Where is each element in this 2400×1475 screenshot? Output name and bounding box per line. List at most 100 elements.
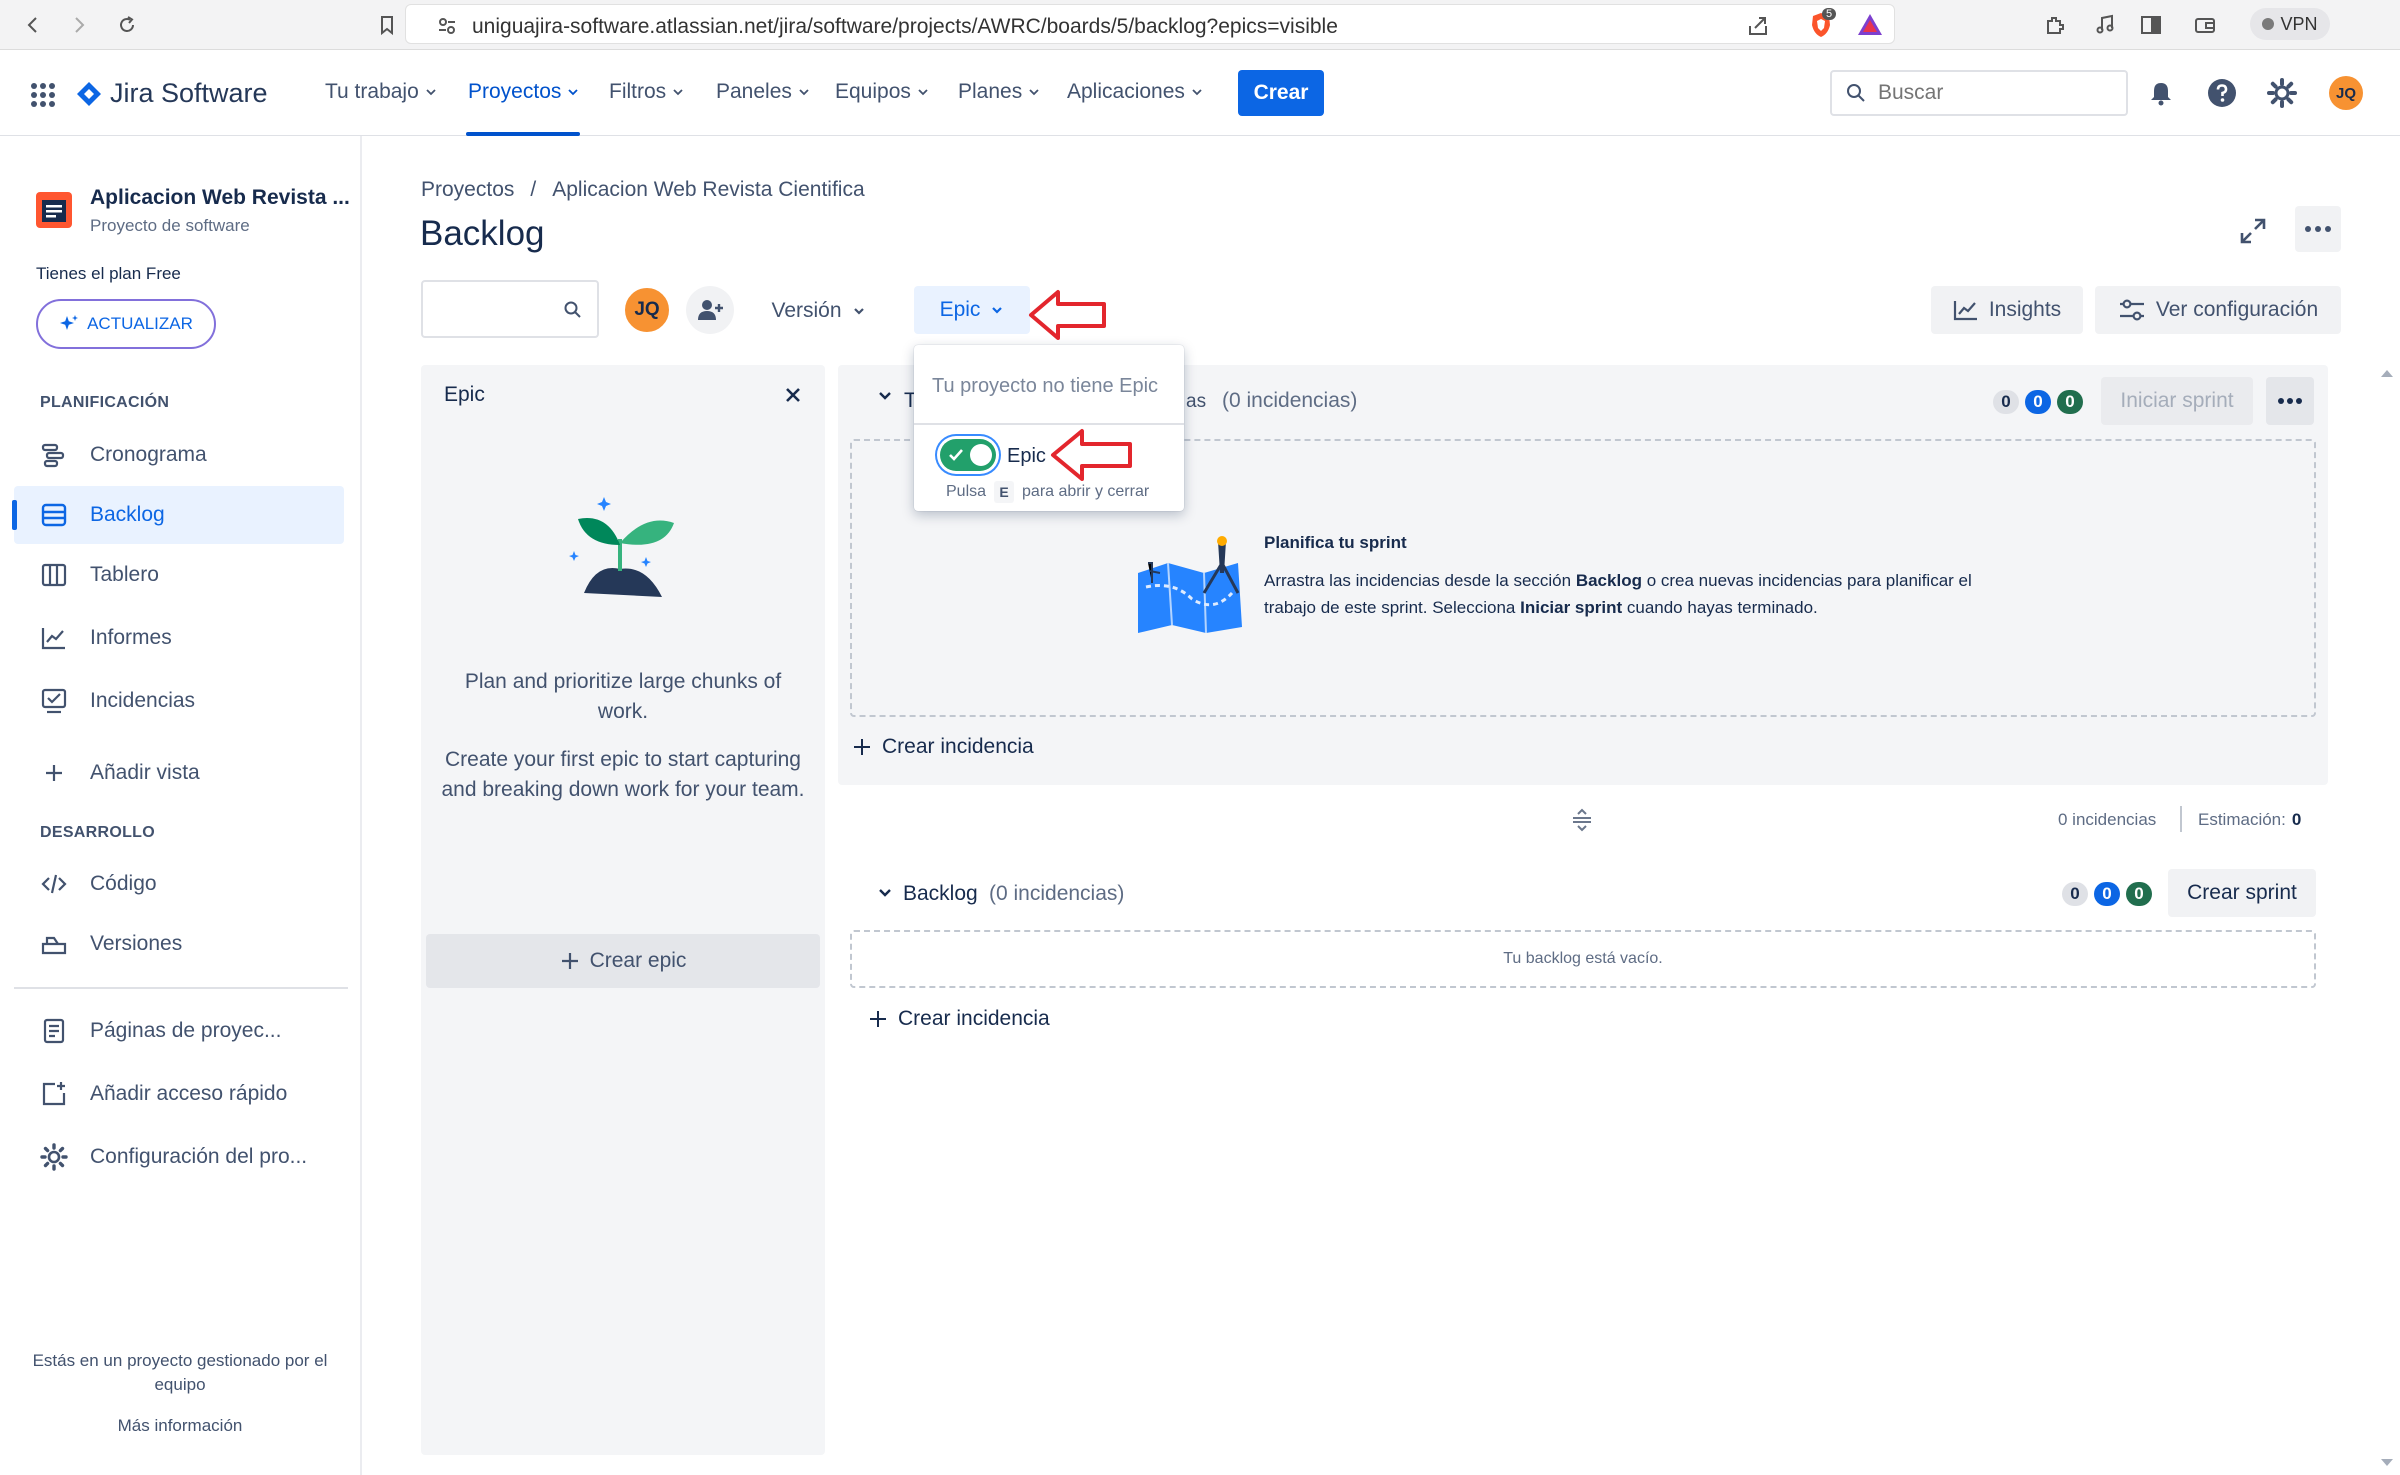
plus-icon bbox=[870, 1011, 886, 1027]
breadcrumb-project[interactable]: Aplicacion Web Revista Cientifica bbox=[552, 178, 864, 202]
scroll-down-icon[interactable] bbox=[2380, 1458, 2394, 1468]
chevron-down-icon bbox=[918, 89, 928, 96]
add-people-button[interactable] bbox=[686, 286, 734, 334]
nav-proyectos[interactable]: Proyectos bbox=[468, 80, 579, 104]
add-shortcut-icon bbox=[42, 1082, 66, 1106]
sidebar-item-backlog[interactable]: Backlog bbox=[12, 486, 344, 544]
version-filter-button[interactable]: Versión bbox=[756, 288, 881, 334]
badge-done: 0 bbox=[2057, 390, 2083, 414]
sidebar-item-configuracion[interactable]: Configuración del pro... bbox=[14, 1128, 344, 1186]
search-icon bbox=[1847, 84, 1865, 102]
sidebar-item-codigo[interactable]: Código bbox=[14, 855, 344, 913]
badge-todo: 0 bbox=[2062, 882, 2088, 906]
chevron-down-icon[interactable] bbox=[878, 886, 892, 900]
brave-rewards-icon[interactable] bbox=[1856, 11, 1884, 39]
epic-filter-button[interactable]: Epic bbox=[914, 286, 1030, 334]
view-settings-button[interactable]: Ver configuración bbox=[2095, 286, 2341, 334]
upgrade-button[interactable]: ACTUALIZAR bbox=[36, 299, 216, 349]
epic-filter-dropdown: Tu proyecto no tiene Epic Epic Pulsa E p… bbox=[914, 345, 1184, 511]
project-type: Proyecto de software bbox=[90, 216, 250, 235]
project-name[interactable]: Aplicacion Web Revista ... bbox=[90, 186, 350, 210]
back-icon[interactable] bbox=[18, 10, 48, 40]
bookmark-icon[interactable] bbox=[372, 10, 402, 40]
url-text[interactable]: uniguajira-software.atlassian.net/jira/s… bbox=[472, 15, 1338, 39]
assignee-filter-avatar[interactable]: JQ bbox=[623, 286, 671, 334]
insights-button[interactable]: Insights bbox=[1931, 286, 2083, 334]
plus-icon bbox=[46, 765, 62, 781]
badge-todo: 0 bbox=[1993, 390, 2019, 414]
search-box[interactable] bbox=[1830, 70, 2128, 116]
chevron-down-icon[interactable] bbox=[878, 389, 892, 403]
media-icon[interactable] bbox=[2090, 10, 2120, 40]
reload-icon[interactable] bbox=[112, 10, 142, 40]
more-actions-button[interactable] bbox=[2295, 206, 2341, 252]
create-sprint-button[interactable]: Crear sprint bbox=[2168, 869, 2316, 917]
add-person-icon bbox=[698, 300, 723, 320]
nav-equipos[interactable]: Equipos bbox=[835, 80, 929, 104]
browser-toolbar: uniguajira-software.atlassian.net/jira/s… bbox=[0, 0, 2400, 50]
start-sprint-button[interactable]: Iniciar sprint bbox=[2101, 377, 2253, 425]
share-icon[interactable] bbox=[1746, 14, 1770, 38]
epic-panel-title: Epic bbox=[444, 383, 485, 406]
epic-panel: Epic Plan and prioritize large chunks of… bbox=[421, 365, 825, 1455]
chevron-down-icon bbox=[799, 89, 809, 96]
nav-filtros[interactable]: Filtros bbox=[609, 80, 684, 104]
chevron-down-icon bbox=[673, 89, 683, 96]
epic-panel-text-1: Plan and prioritize large chunks of work… bbox=[464, 670, 782, 723]
sidebar-item-cronograma[interactable]: Cronograma bbox=[14, 426, 344, 484]
notifications-icon[interactable] bbox=[2144, 76, 2178, 110]
nav-tu-trabajo[interactable]: Tu trabajo bbox=[325, 80, 437, 104]
scroll-up-icon[interactable] bbox=[2380, 368, 2394, 378]
epic-panel-toggle[interactable] bbox=[940, 439, 996, 471]
vpn-button[interactable]: VPN bbox=[2250, 8, 2330, 40]
site-settings-icon[interactable] bbox=[436, 15, 458, 37]
plus-icon bbox=[854, 739, 870, 755]
fullscreen-icon[interactable] bbox=[2238, 216, 2268, 246]
chart-line-icon bbox=[1953, 301, 1977, 321]
search-icon bbox=[564, 301, 581, 318]
plus-icon bbox=[561, 953, 578, 969]
sidebar-item-paginas[interactable]: Páginas de proyec... bbox=[14, 1002, 344, 1060]
chevron-down-icon bbox=[1192, 89, 1202, 96]
sidebar-item-informes[interactable]: Informes bbox=[14, 609, 344, 667]
brave-shield-icon[interactable]: 5 bbox=[1806, 8, 1837, 40]
nav-planes[interactable]: Planes bbox=[958, 80, 1040, 104]
settings-gear-icon[interactable] bbox=[2265, 76, 2299, 110]
sprint-summary-estimate: Estimación: 0 bbox=[2198, 810, 2302, 829]
project-avatar-icon[interactable] bbox=[36, 192, 72, 228]
sidebar-item-tablero[interactable]: Tablero bbox=[14, 546, 344, 604]
backlog-section-title[interactable]: Backlog bbox=[903, 882, 978, 906]
jira-logo[interactable]: Jira Software bbox=[76, 78, 268, 109]
nav-paneles[interactable]: Paneles bbox=[716, 80, 810, 104]
sliders-icon bbox=[2119, 299, 2144, 321]
sidebar-item-acceso-rapido[interactable]: Añadir acceso rápido bbox=[14, 1065, 344, 1123]
wallet-icon[interactable] bbox=[2190, 10, 2220, 40]
sidebar-toggle-icon[interactable] bbox=[2136, 10, 2166, 40]
backlog-create-issue-button[interactable]: Crear incidencia bbox=[868, 999, 1050, 1039]
epic-toggle-label: Epic bbox=[1007, 445, 1046, 467]
badge-done: 0 bbox=[2126, 882, 2152, 906]
footer-link[interactable]: Más información bbox=[20, 1416, 340, 1436]
sprint-create-issue-button[interactable]: Crear incidencia bbox=[852, 727, 1034, 767]
close-icon[interactable] bbox=[783, 385, 803, 405]
create-epic-button[interactable]: Crear epic bbox=[426, 934, 820, 988]
app-switcher-icon[interactable] bbox=[30, 82, 56, 108]
address-bar[interactable]: uniguajira-software.atlassian.net/jira/s… bbox=[405, 4, 1895, 44]
search-input[interactable] bbox=[1878, 81, 2098, 105]
help-icon[interactable] bbox=[2205, 76, 2239, 110]
nav-aplicaciones[interactable]: Aplicaciones bbox=[1067, 80, 1203, 104]
resize-handle-icon[interactable] bbox=[1570, 808, 1594, 832]
extensions-icon[interactable] bbox=[2040, 10, 2070, 40]
sprint-more-button[interactable] bbox=[2266, 377, 2314, 425]
sidebar-item-incidencias[interactable]: Incidencias bbox=[14, 672, 344, 730]
forward-icon[interactable] bbox=[64, 10, 94, 40]
breadcrumb-separator: / bbox=[530, 178, 537, 201]
epic-panel-text-2: Create your first epic to start capturin… bbox=[441, 748, 805, 801]
sidebar-item-versiones[interactable]: Versiones bbox=[14, 915, 344, 973]
settings-gear-icon bbox=[40, 1143, 68, 1171]
breadcrumb-proyectos[interactable]: Proyectos bbox=[421, 178, 514, 202]
user-avatar[interactable]: JQ bbox=[2329, 76, 2363, 110]
add-view-button[interactable]: Añadir vista bbox=[14, 744, 344, 802]
create-button[interactable]: Crear bbox=[1238, 70, 1324, 116]
backlog-search-input[interactable] bbox=[421, 280, 599, 338]
